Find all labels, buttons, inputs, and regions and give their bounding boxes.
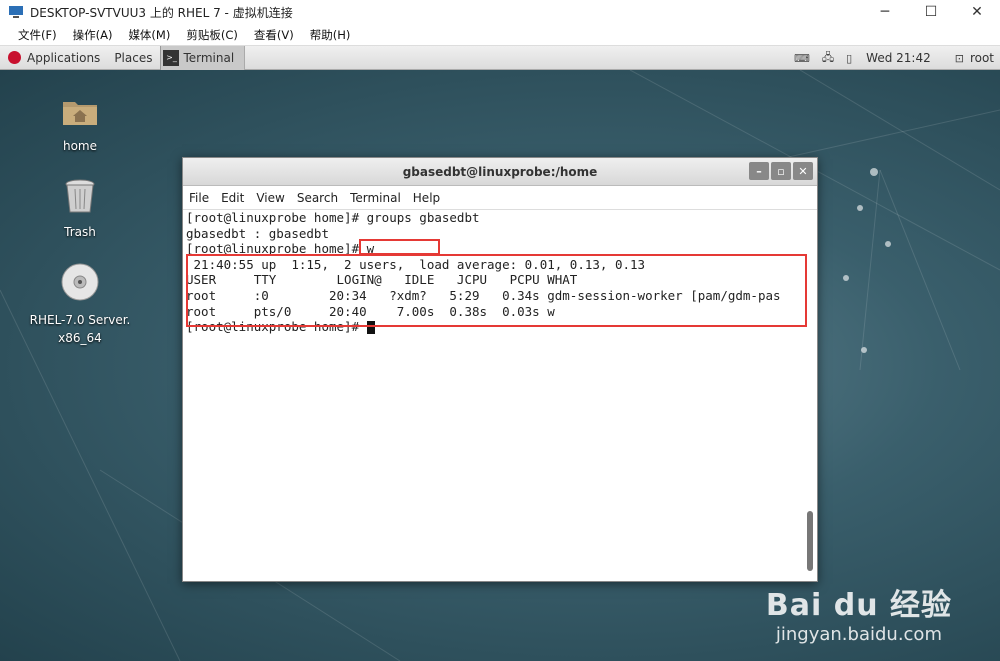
desktop: home Trash RHEL-7.0 Server. x86_64 gbase… [0, 70, 1000, 661]
taskbar-terminal-label: Terminal [183, 50, 235, 65]
host-menubar: 文件(F) 操作(A) 媒体(M) 剪贴板(C) 查看(V) 帮助(H) [0, 24, 1000, 46]
menu-help[interactable]: 帮助(H) [302, 27, 359, 43]
terminal-title: gbasedbt@linuxprobe:/home [402, 164, 598, 179]
vm-connection-icon [9, 6, 23, 18]
menu-action[interactable]: 操作(A) [65, 27, 121, 43]
gnome-status-area: ⌨ 🖧 ▯ Wed 21:42 ⊡ root [788, 46, 1000, 70]
terminal-menu-view[interactable]: View [250, 191, 290, 205]
terminal-menu-search[interactable]: Search [291, 191, 344, 205]
battery-icon[interactable]: ▯ [846, 52, 852, 65]
terminal-icon: >_ [163, 49, 180, 66]
terminal-output[interactable]: [root@linuxprobe home]# groups gbasedbt … [183, 210, 807, 581]
terminal-window[interactable]: gbasedbt@linuxprobe:/home – ▫ ✕ File Edi… [182, 157, 818, 582]
menu-clipboard[interactable]: 剪贴板(C) [178, 27, 246, 43]
desktop-icon-label: Trash [64, 225, 96, 239]
terminal-menu-terminal[interactable]: Terminal [344, 191, 407, 205]
terminal-scrollbar[interactable] [807, 218, 815, 577]
applications-menu[interactable]: Applications [27, 51, 100, 65]
minimize-button[interactable]: ─ [862, 0, 908, 24]
desktop-icon-trash[interactable]: Trash [25, 176, 135, 239]
terminal-titlebar[interactable]: gbasedbt@linuxprobe:/home – ▫ ✕ [183, 158, 817, 186]
terminal-menu-file[interactable]: File [183, 191, 215, 205]
terminal-scrollbar-thumb[interactable] [807, 511, 813, 571]
baidu-watermark: Bai du 经验 jingyan.baidu.com [766, 580, 952, 645]
terminal-maximize-button[interactable]: ▫ [771, 162, 791, 180]
maximize-button[interactable]: ☐ [908, 0, 954, 24]
menu-media[interactable]: 媒体(M) [120, 27, 178, 43]
terminal-close-button[interactable]: ✕ [793, 162, 813, 180]
highlight-box-output [186, 254, 807, 327]
host-window-title: DESKTOP-SVTVUU3 上的 RHEL 7 - 虚拟机连接 [30, 5, 293, 20]
close-button[interactable]: ✕ [954, 0, 1000, 24]
keyboard-icon[interactable]: ⌨ [794, 52, 810, 65]
desktop-icon-label: RHEL-7.0 Server. x86_64 [29, 313, 131, 345]
dvd-disc-icon [61, 263, 99, 301]
desktop-icon-dvd[interactable]: RHEL-7.0 Server. x86_64 [25, 262, 135, 347]
terminal-minimize-button[interactable]: – [749, 162, 769, 180]
user-menu[interactable]: root [970, 51, 994, 65]
network-icon[interactable]: 🖧 [822, 49, 834, 68]
menu-view[interactable]: 查看(V) [246, 27, 302, 43]
gnome-top-bar: Applications Places >_ Terminal ⌨ 🖧 ▯ We… [0, 45, 1000, 70]
highlight-box-command [359, 239, 440, 255]
menu-file[interactable]: 文件(F) [0, 27, 65, 43]
desktop-icon-label: home [62, 139, 98, 153]
terminal-line: gbasedbt : gbasedbt [186, 225, 329, 241]
desktop-icon-home[interactable]: home [25, 90, 135, 153]
watermark-site: jingyan.baidu.com [775, 624, 942, 645]
watermark-logo: Bai du 经验 [765, 588, 952, 623]
terminal-line: [root@linuxprobe home]# groups gbasedbt [186, 210, 480, 225]
redhat-logo-icon [8, 51, 21, 64]
terminal-menu-edit[interactable]: Edit [215, 191, 250, 205]
host-titlebar: DESKTOP-SVTVUU3 上的 RHEL 7 - 虚拟机连接 ─ ☐ ✕ [0, 0, 1000, 24]
user-icon[interactable]: ⊡ [955, 52, 964, 65]
trash-icon [65, 179, 95, 213]
terminal-menubar: File Edit View Search Terminal Help [183, 186, 817, 210]
terminal-menu-help[interactable]: Help [407, 191, 446, 205]
home-folder-icon [63, 102, 97, 125]
places-menu[interactable]: Places [114, 51, 152, 65]
taskbar-terminal[interactable]: >_ Terminal [160, 45, 246, 70]
clock[interactable]: Wed 21:42 [866, 51, 931, 65]
